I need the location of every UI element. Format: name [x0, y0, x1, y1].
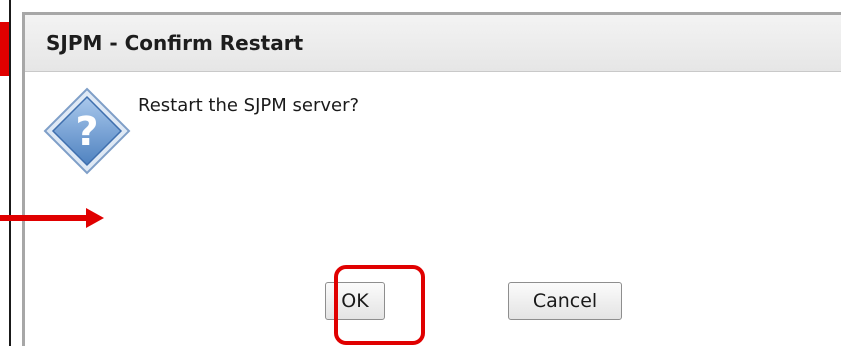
svg-text:?: ? [75, 109, 98, 155]
left-red-edge-marker [0, 22, 9, 76]
dialog-message: Restart the SJPM server? [138, 95, 360, 116]
confirm-restart-dialog: SJPM - Confirm Restart ? Restart the SJP… [22, 12, 841, 346]
red-arrow-annotation [0, 208, 104, 228]
dialog-titlebar[interactable]: SJPM - Confirm Restart [25, 15, 841, 72]
cancel-button[interactable]: Cancel [508, 282, 622, 320]
screenshot-stage: SJPM - Confirm Restart ? Restart the SJP… [0, 0, 841, 346]
left-window-edge [9, 0, 11, 346]
question-icon: ? [43, 87, 131, 175]
dialog-title: SJPM - Confirm Restart [46, 31, 304, 55]
ok-button-highlight [334, 265, 425, 345]
